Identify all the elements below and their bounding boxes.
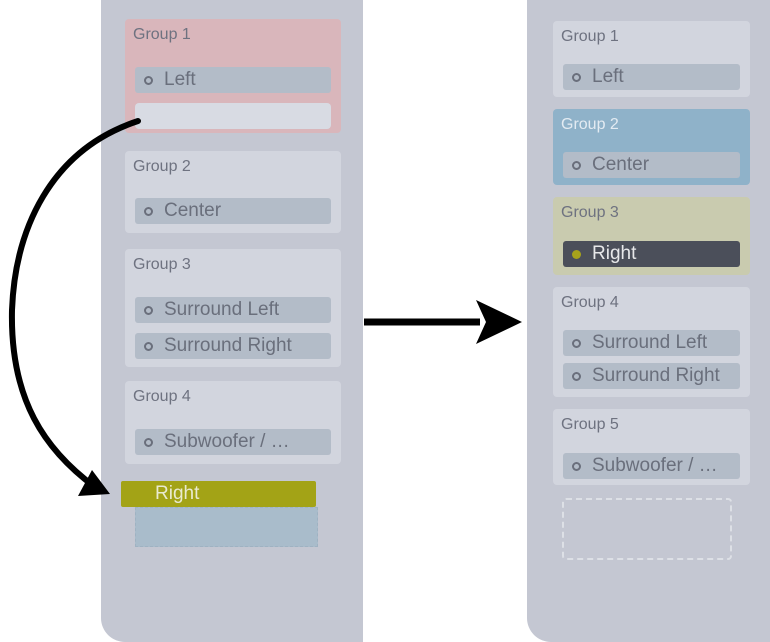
transition-arrowhead bbox=[476, 300, 522, 344]
drag-path-arrow bbox=[8, 118, 141, 490]
arrows-overlay bbox=[8, 118, 522, 496]
